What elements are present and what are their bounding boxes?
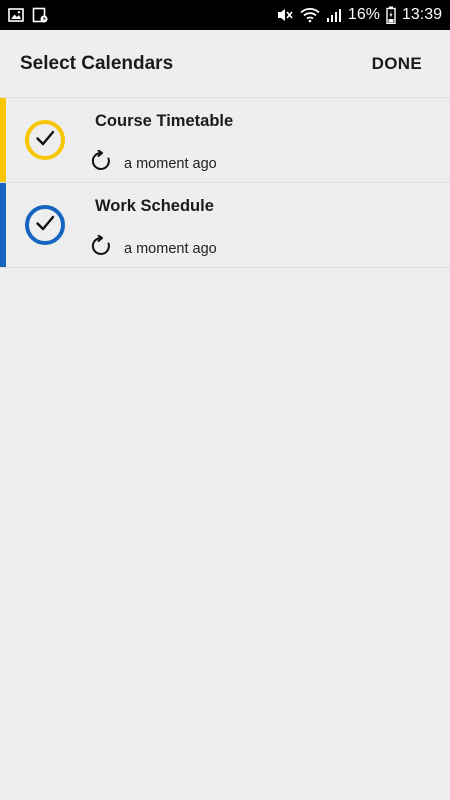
sync-time: a moment ago xyxy=(124,155,217,172)
signal-icon xyxy=(326,7,342,23)
calendar-list: Course Timetable a moment ago Work Sched… xyxy=(0,98,450,268)
wifi-icon xyxy=(300,7,320,23)
calendar-color-bar xyxy=(0,183,6,267)
image-icon xyxy=(8,7,24,23)
sync-icon xyxy=(90,149,112,177)
sync-icon xyxy=(90,234,112,262)
sync-status: a moment ago xyxy=(90,234,217,262)
calendar-name: Course Timetable xyxy=(95,112,234,130)
status-bar: 16% 13:39 xyxy=(0,0,450,30)
calendar-checkbox[interactable] xyxy=(25,205,65,245)
done-button[interactable]: DONE xyxy=(372,54,422,74)
status-bar-left xyxy=(8,7,48,23)
calendar-checkbox[interactable] xyxy=(25,120,65,160)
sync-status: a moment ago xyxy=(90,149,217,177)
check-icon xyxy=(34,212,56,239)
calendar-row-course-timetable[interactable]: Course Timetable a moment ago xyxy=(0,98,450,183)
calendar-notification-icon xyxy=(32,7,48,23)
clock: 13:39 xyxy=(401,6,442,23)
battery-percent: 16% xyxy=(347,6,380,23)
app-bar: Select Calendars DONE xyxy=(0,30,450,98)
check-icon xyxy=(34,127,56,154)
battery-icon xyxy=(386,6,396,24)
mute-icon xyxy=(276,7,294,23)
calendar-row-work-schedule[interactable]: Work Schedule a moment ago xyxy=(0,183,450,268)
status-bar-right: 16% 13:39 xyxy=(276,6,442,24)
calendar-name: Work Schedule xyxy=(95,197,214,215)
sync-time: a moment ago xyxy=(124,240,217,257)
page-title: Select Calendars xyxy=(20,52,174,74)
calendar-color-bar xyxy=(0,98,6,182)
